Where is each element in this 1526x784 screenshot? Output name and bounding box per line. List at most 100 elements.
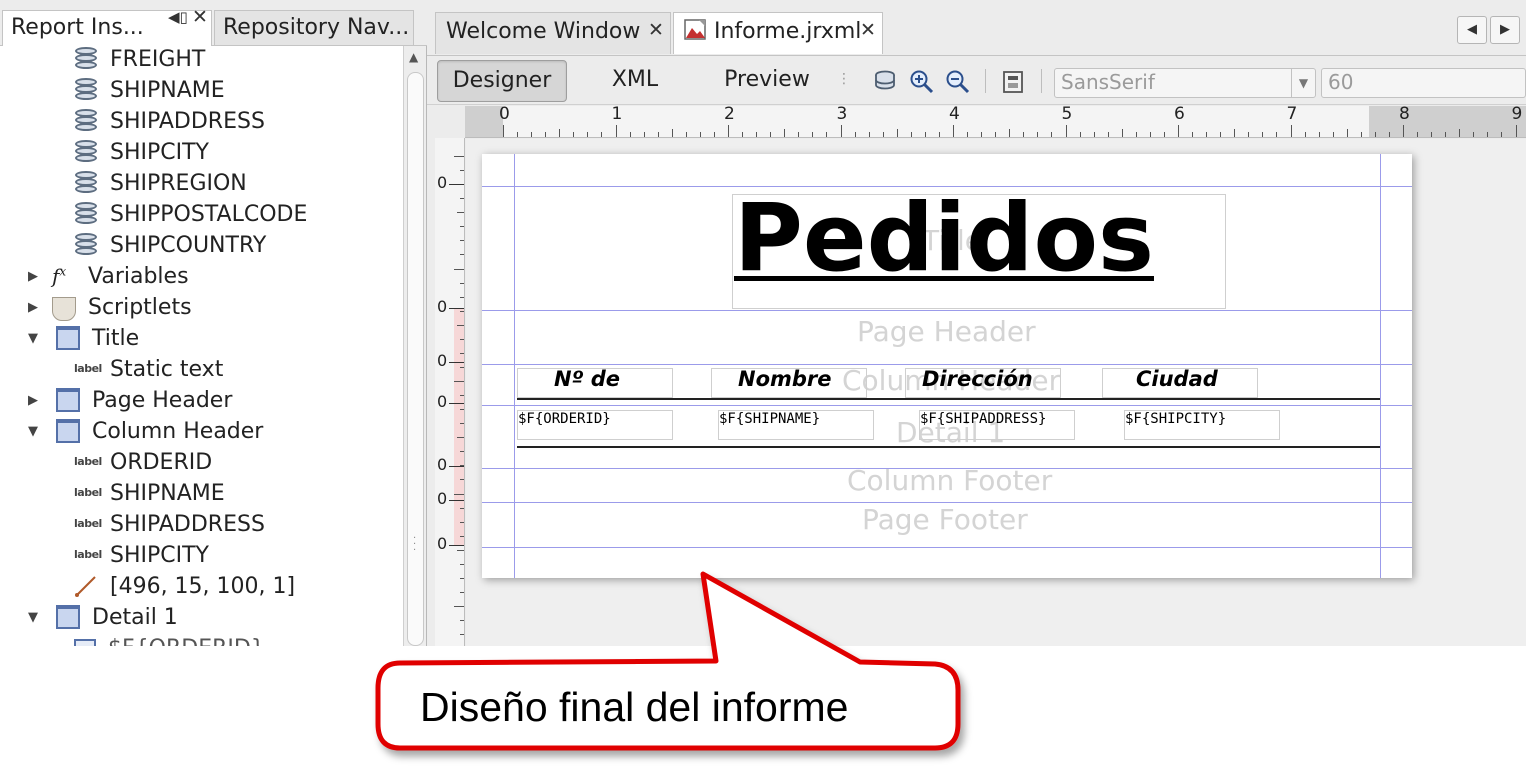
format-icon[interactable] <box>1001 69 1027 95</box>
close-icon[interactable]: ✕ <box>192 6 208 28</box>
column-header-line[interactable] <box>517 398 1380 400</box>
report-page: Title Pedidos Page Header Column Header … <box>482 154 1412 578</box>
band-marker[interactable]: 0 <box>437 489 447 508</box>
font-size-select[interactable]: 60 <box>1321 68 1526 98</box>
column-header-orderid[interactable]: Nº de <box>554 367 620 391</box>
column-header-shipaddress[interactable]: Dirección <box>922 367 1033 391</box>
tree-item-field[interactable]: SHIPCOUNTRY <box>74 230 266 260</box>
tab-informe-jrxml[interactable]: Informe.jrxml ✕ <box>673 12 883 54</box>
ruler-tick <box>1318 132 1320 137</box>
font-name-select[interactable]: SansSerif ▼ <box>1054 68 1316 98</box>
preview-mode-button[interactable]: Preview <box>707 60 827 102</box>
ruler-tick <box>798 132 800 137</box>
collapse-arrow-icon[interactable]: ▼ <box>28 610 38 625</box>
ruler-tick <box>460 366 464 368</box>
band-marker[interactable]: 0 <box>437 173 447 192</box>
designer-mode-button[interactable]: Designer <box>437 60 567 102</box>
tree-item-variables[interactable]: ▶ fx Variables <box>28 261 189 291</box>
band-marker[interactable]: 0 <box>437 534 447 553</box>
scroll-tabs-left-button[interactable]: ◀ <box>1457 16 1487 44</box>
ruler-tick <box>460 170 464 172</box>
detail-bottom-line[interactable] <box>517 446 1380 448</box>
close-icon[interactable]: ✕ <box>860 19 876 41</box>
report-editor: Welcome Window ✕ Informe.jrxml ✕ ◀ ▶ Des… <box>427 0 1526 646</box>
label-icon: label <box>74 361 102 375</box>
ruler-tick <box>1220 132 1222 137</box>
tree-item-page-header-band[interactable]: ▶ Page Header <box>28 385 232 415</box>
ruler-tick <box>460 240 464 242</box>
tree-item-field[interactable]: SHIPREGION <box>74 168 247 198</box>
callout-text: Diseño final del informe <box>420 684 849 730</box>
ruler-tick <box>460 563 464 565</box>
ruler-tick <box>457 437 464 439</box>
xml-mode-button[interactable]: XML <box>587 60 683 102</box>
tree-item-field[interactable]: SHIPPOSTALCODE <box>74 199 307 229</box>
toolbar-separator <box>985 69 986 93</box>
close-icon[interactable]: ✕ <box>648 19 664 41</box>
ruler-tick <box>896 129 898 137</box>
scrollbar-thumb[interactable] <box>407 72 424 646</box>
scroll-tabs-right-button[interactable]: ▶ <box>1490 16 1520 44</box>
tree-item-detail-band[interactable]: ▼ Detail 1 <box>28 602 178 632</box>
textfield-icon <box>74 639 96 646</box>
detail-field-orderid[interactable]: $F{ORDERID} <box>518 411 611 427</box>
tree-item-title-band[interactable]: ▼ Title <box>28 323 139 353</box>
scroll-up-icon[interactable]: ▲ <box>409 50 418 64</box>
detail-field-shipcity[interactable]: $F{SHIPCITY} <box>1125 411 1226 427</box>
expand-arrow-icon[interactable]: ▶ <box>28 300 38 315</box>
band-marker[interactable]: 0 <box>437 297 447 316</box>
tree-item-line[interactable]: [496, 15, 100, 1] <box>74 571 295 601</box>
tree-item-label[interactable]: label ORDERID <box>74 447 212 477</box>
tab-repository-navigator[interactable]: Repository Nav... <box>214 10 414 46</box>
vertical-ruler: 0 0 0 0 0 0 0 <box>435 138 465 646</box>
ruler-tick <box>1163 132 1165 137</box>
ruler-number: 8 <box>1399 104 1410 124</box>
minimize-icon[interactable]: ◀▯ <box>168 8 188 26</box>
tree-scrollbar[interactable]: ▲ · · · <box>403 46 426 646</box>
tree-item-label[interactable]: label SHIPCITY <box>74 540 209 570</box>
collapse-arrow-icon[interactable]: ▼ <box>28 424 38 439</box>
zoom-out-icon[interactable] <box>945 69 971 95</box>
tree-item-textfield[interactable]: $F{ORDERID} <box>74 633 265 646</box>
report-title[interactable]: Pedidos <box>734 184 1154 293</box>
expand-arrow-icon[interactable]: ▶ <box>28 269 38 284</box>
tree-item-scriptlets[interactable]: ▶ Scriptlets <box>28 292 192 322</box>
datasource-icon[interactable] <box>873 69 899 95</box>
ruler-tick <box>1403 125 1404 137</box>
ruler-tick <box>1431 132 1433 137</box>
ruler-tick <box>503 125 504 137</box>
band-marker[interactable]: 0 <box>437 351 447 370</box>
tree-item-field[interactable]: FREIGHT <box>74 46 205 74</box>
band-icon <box>56 326 80 350</box>
detail-field-shipaddress[interactable]: $F{SHIPADDRESS} <box>920 411 1046 427</box>
band-marker[interactable]: 0 <box>437 392 447 411</box>
chevron-down-icon[interactable]: ▼ <box>1291 69 1315 97</box>
tree-item-column-header-band[interactable]: ▼ Column Header <box>28 416 263 446</box>
tree-item-label[interactable]: label SHIPADDRESS <box>74 509 265 539</box>
column-header-shipcity[interactable]: Ciudad <box>1136 367 1218 391</box>
tree-item-field[interactable]: SHIPADDRESS <box>74 106 265 136</box>
ruler-tick <box>573 132 575 137</box>
tab-repository-navigator-label: Repository Nav... <box>223 15 410 40</box>
band-marker[interactable]: 0 <box>437 455 447 474</box>
detail-field-shipname[interactable]: $F{SHIPNAME} <box>719 411 820 427</box>
tree-item-field[interactable]: SHIPCITY <box>74 137 209 167</box>
tab-welcome-window[interactable]: Welcome Window ✕ <box>435 12 671 54</box>
ruler-tick <box>454 493 464 495</box>
ruler-tick <box>1107 132 1109 137</box>
ruler-tick <box>454 156 464 157</box>
ruler-tick <box>1501 132 1503 137</box>
expand-arrow-icon[interactable]: ▶ <box>28 393 38 408</box>
collapse-arrow-icon[interactable]: ▼ <box>28 331 38 346</box>
report-inspector-panel: Report Ins... ◀▯ ✕ Repository Nav... FRE… <box>0 0 427 646</box>
left-panel-tabbar: Report Ins... ◀▯ ✕ Repository Nav... <box>0 0 427 46</box>
tree-item-static-text[interactable]: label Static text <box>74 354 223 384</box>
band-marker-line <box>449 403 464 404</box>
tree-item-field[interactable]: SHIPNAME <box>74 75 225 105</box>
tree-item-label[interactable]: label SHIPNAME <box>74 478 225 508</box>
ruler-number: 6 <box>1174 104 1185 124</box>
zoom-in-icon[interactable] <box>909 69 935 95</box>
ruler-band-highlight <box>454 308 464 545</box>
ruler-tick <box>1360 132 1362 137</box>
column-header-shipname[interactable]: Nombre <box>738 367 832 391</box>
